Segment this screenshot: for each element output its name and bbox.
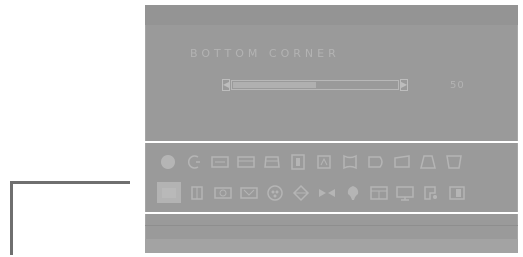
- callout-leader-vertical: [10, 181, 13, 255]
- callout-leader-horizontal: [10, 181, 132, 184]
- increase-arrow-icon[interactable]: ▶: [400, 79, 408, 91]
- osd-top-band: [145, 5, 518, 25]
- slider-fill: [233, 82, 316, 88]
- osd-bottom-band: [145, 239, 518, 253]
- adjustment-slider[interactable]: ◀ ▶: [222, 79, 408, 91]
- osd-divider: [145, 225, 518, 226]
- icon-grid-callout-bracket: [130, 141, 520, 214]
- manual-figure: BOTTOM CORNER ◀ ▶ 50: [0, 0, 523, 257]
- slider-value: 50: [450, 80, 465, 91]
- slider-track[interactable]: [231, 80, 399, 90]
- osd-title: BOTTOM CORNER: [190, 47, 340, 60]
- decrease-arrow-icon[interactable]: ◀: [222, 79, 230, 91]
- osd-menu-panel: BOTTOM CORNER ◀ ▶ 50: [145, 5, 518, 253]
